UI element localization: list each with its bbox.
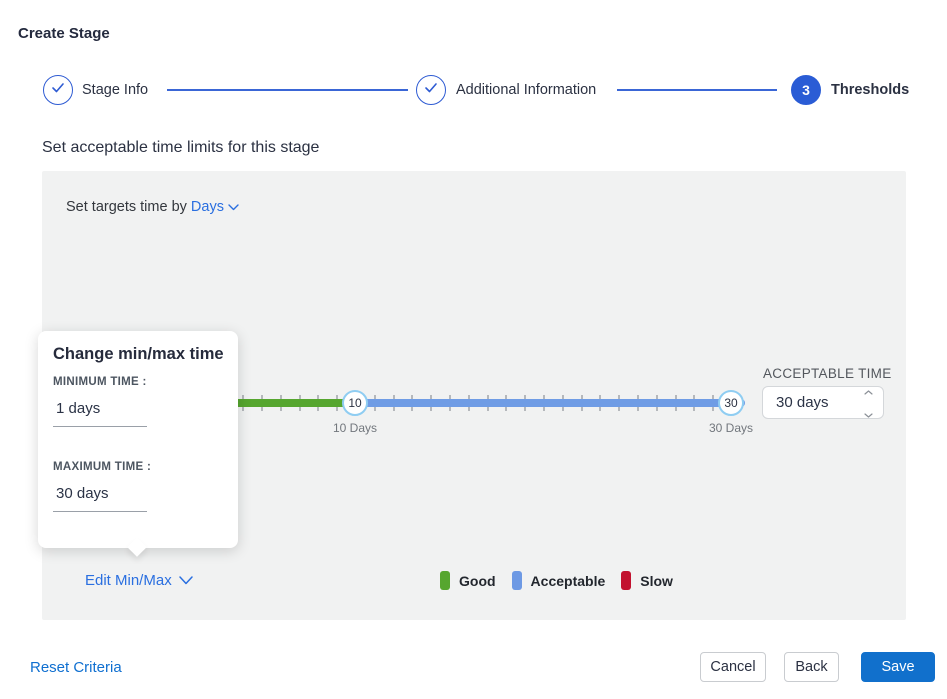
acceptable-time-value: 30 days (776, 394, 864, 411)
min-slider-handle[interactable]: 10 (342, 390, 368, 416)
acceptable-swatch (512, 571, 522, 590)
legend-label: Good (459, 573, 496, 589)
stepper-spinner[interactable] (864, 382, 873, 423)
slider-legend: Good Acceptable Slow (440, 571, 673, 590)
max-slider-handle[interactable]: 30 (718, 390, 744, 416)
stepper: Stage Info Additional Information 3 Thre… (0, 75, 947, 105)
edit-minmax-label: Edit Min/Max (85, 572, 172, 589)
chevron-down-icon (228, 199, 239, 215)
time-slider: 10 30 10 Days 30 Days (167, 390, 745, 436)
unit-dropdown[interactable]: Days (191, 199, 239, 215)
check-icon (51, 81, 65, 99)
legend-label: Acceptable (531, 573, 606, 589)
legend-item-acceptable: Acceptable (512, 571, 606, 590)
cancel-button[interactable]: Cancel (700, 652, 766, 682)
minimum-time-label: MINIMUM TIME : (53, 376, 147, 388)
max-handle-label: 30 Days (701, 421, 761, 435)
acceptable-time-input[interactable]: 30 days (762, 386, 884, 419)
step-2-label: Additional Information (456, 82, 596, 98)
min-handle-label: 10 Days (325, 421, 385, 435)
slider-track-acceptable[interactable] (167, 399, 745, 407)
chevron-down-icon (179, 572, 193, 589)
set-targets-line: Set targets time by Days (66, 199, 239, 215)
reset-criteria-link[interactable]: Reset Criteria (30, 659, 122, 676)
max-handle-value: 30 (724, 396, 737, 410)
slow-swatch (621, 571, 631, 590)
popover-caret (127, 537, 147, 557)
legend-label: Slow (640, 573, 673, 589)
spinner-up-icon[interactable] (864, 382, 873, 400)
maximum-time-label: MAXIMUM TIME : (53, 461, 151, 473)
step-3-number: 3 (802, 82, 810, 98)
legend-item-good: Good (440, 571, 496, 590)
check-icon (424, 81, 438, 99)
unit-dropdown-value: Days (191, 199, 224, 215)
legend-item-slow: Slow (621, 571, 673, 590)
minmax-popover: Change min/max time MINIMUM TIME : MAXIM… (38, 331, 238, 548)
maximum-time-input[interactable] (53, 485, 147, 512)
step-1-circle[interactable] (43, 75, 73, 105)
minimum-time-input[interactable] (53, 400, 147, 427)
section-heading: Set acceptable time limits for this stag… (42, 139, 319, 157)
back-button[interactable]: Back (784, 652, 839, 682)
popover-title: Change min/max time (53, 345, 224, 364)
stepper-connector (167, 89, 408, 91)
save-button[interactable]: Save (861, 652, 935, 682)
acceptable-time-label: ACCEPTABLE TIME (763, 366, 892, 381)
step-1-label: Stage Info (82, 82, 148, 98)
good-swatch (440, 571, 450, 590)
step-2-circle[interactable] (416, 75, 446, 105)
step-3-circle[interactable]: 3 (791, 75, 821, 105)
spinner-down-icon[interactable] (864, 405, 873, 423)
thresholds-panel: Set targets time by Days 10 30 10 Days 3… (42, 171, 906, 620)
stepper-connector (617, 89, 777, 91)
edit-minmax-link[interactable]: Edit Min/Max (85, 572, 193, 589)
step-3-label: Thresholds (831, 82, 909, 98)
min-handle-value: 10 (348, 396, 361, 410)
page-title: Create Stage (18, 25, 110, 42)
set-targets-text: Set targets time by (66, 199, 187, 215)
